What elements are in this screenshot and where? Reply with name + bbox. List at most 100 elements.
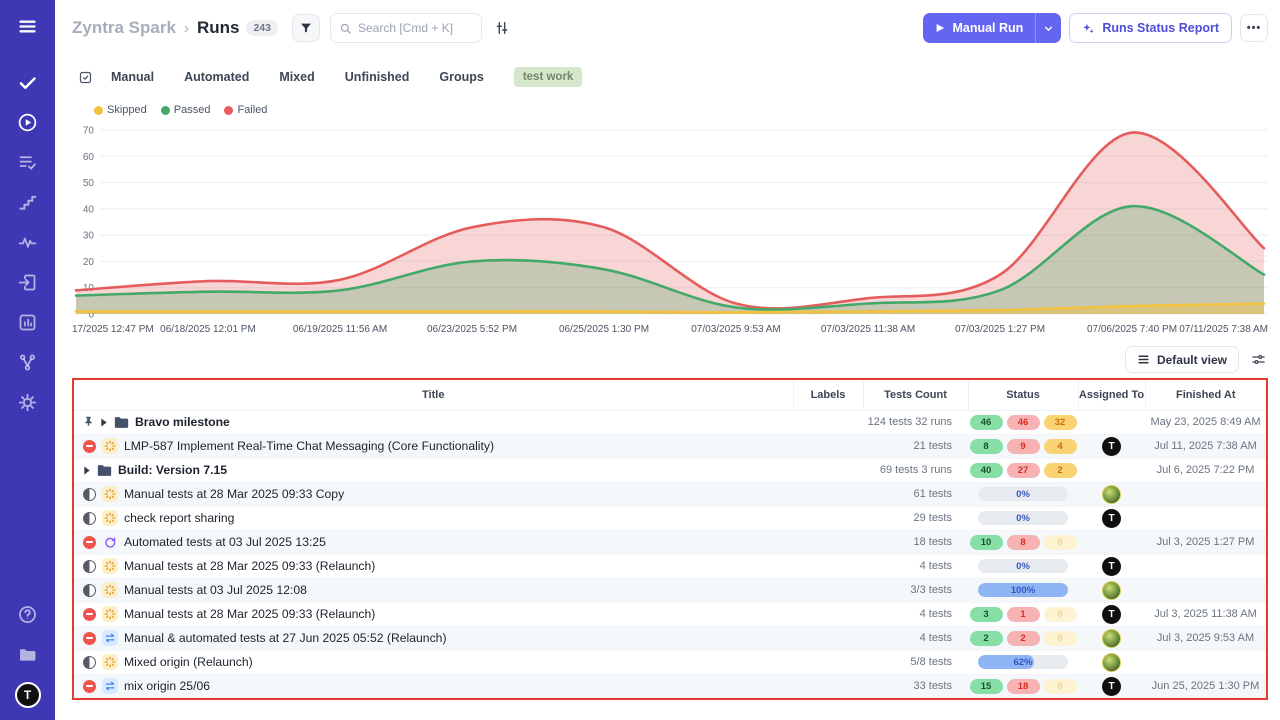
column-header-tests-count[interactable]: Tests Count <box>863 380 968 410</box>
manual-run-dropdown[interactable] <box>1035 13 1061 43</box>
failed-count-badge: 46 <box>1007 415 1040 430</box>
labels-cell <box>793 578 863 602</box>
mixed-run-type-icon <box>102 630 118 646</box>
gear-icon[interactable] <box>16 390 40 414</box>
sliders-icon[interactable] <box>1251 352 1266 367</box>
failed-count-badge: 18 <box>1007 679 1040 694</box>
skipped-count-badge: 4 <box>1044 439 1077 454</box>
run-title[interactable]: check report sharing <box>124 511 234 525</box>
table-row[interactable]: LMP-587 Implement Real-Time Chat Messagi… <box>74 434 1266 458</box>
run-title[interactable]: Manual tests at 28 Mar 2025 09:33 (Relau… <box>124 559 375 573</box>
assignee-avatar-T[interactable]: T <box>1102 605 1121 624</box>
user-avatar[interactable]: T <box>15 682 41 708</box>
filter-tab-automated[interactable]: Automated <box>184 70 249 84</box>
table-row[interactable]: Mixed origin (Relaunch) 5/8 tests 62% <box>74 650 1266 674</box>
table-row[interactable]: mix origin 25/06 33 tests 15 18 0 T Jun … <box>74 674 1266 698</box>
run-play-icon[interactable] <box>16 110 40 134</box>
applied-filter-chip[interactable]: test work <box>514 67 583 87</box>
column-header-labels[interactable]: Labels <box>793 380 863 410</box>
skipped-count-badge: 0 <box>1044 631 1077 646</box>
passed-count-badge: 8 <box>970 439 1003 454</box>
breadcrumb-project[interactable]: Zyntra Spark <box>72 18 176 38</box>
pin-icon <box>83 416 94 428</box>
table-row[interactable]: Manual tests at 03 Jul 2025 12:08 3/3 te… <box>74 578 1266 602</box>
search-box[interactable] <box>330 13 482 43</box>
analytics-icon[interactable] <box>16 310 40 334</box>
runs-status-report-button[interactable]: Runs Status Report <box>1069 13 1232 43</box>
branch-icon[interactable] <box>16 350 40 374</box>
assigned-cell <box>1078 626 1145 650</box>
run-title[interactable]: Mixed origin (Relaunch) <box>124 655 253 669</box>
assigned-cell: T <box>1078 602 1145 626</box>
table-row[interactable]: check report sharing 29 tests 0% T <box>74 506 1266 530</box>
passed-count-badge: 3 <box>970 607 1003 622</box>
legend-item-skipped: Skipped <box>94 104 147 116</box>
test-plan-icon[interactable] <box>16 150 40 174</box>
assignee-avatar-photo[interactable] <box>1102 581 1121 600</box>
sign-in-icon[interactable] <box>16 270 40 294</box>
search-input[interactable] <box>358 21 473 35</box>
assignee-avatar-photo[interactable] <box>1102 653 1121 672</box>
menu-icon[interactable] <box>16 14 40 38</box>
run-title[interactable]: Manual tests at 28 Mar 2025 09:33 Copy <box>124 487 344 501</box>
title-cell: Build: Version 7.15 <box>74 458 793 482</box>
run-title[interactable]: Bravo milestone <box>135 415 230 429</box>
table-row[interactable]: Manual tests at 28 Mar 2025 09:33 Copy 6… <box>74 482 1266 506</box>
assignee-avatar-T[interactable]: T <box>1102 509 1121 528</box>
stopped-status-icon <box>83 536 96 549</box>
check-icon[interactable] <box>16 70 40 94</box>
status-cell: 0% <box>968 482 1078 506</box>
tests-count-cell: 33 tests <box>863 674 968 698</box>
tests-count-cell: 18 tests <box>863 530 968 554</box>
svg-text:06/18/2025 12:01 PM: 06/18/2025 12:01 PM <box>160 324 256 335</box>
manual-run-button[interactable]: Manual Run <box>923 13 1035 43</box>
default-view-button[interactable]: Default view <box>1125 346 1239 373</box>
view-bar: Default view <box>72 346 1266 373</box>
filter-tab-mixed[interactable]: Mixed <box>279 70 314 84</box>
filter-tab-manual[interactable]: Manual <box>111 70 154 84</box>
adjustments-icon[interactable] <box>494 20 510 36</box>
expand-caret-icon[interactable] <box>83 466 91 475</box>
expand-caret-icon[interactable] <box>100 418 108 427</box>
run-title[interactable]: LMP-587 Implement Real-Time Chat Messagi… <box>124 439 494 453</box>
table-row[interactable]: Manual tests at 28 Mar 2025 09:33 (Relau… <box>74 554 1266 578</box>
in-progress-status-icon <box>83 488 96 501</box>
table-row[interactable]: Bravo milestone 124 tests 32 runs 46 46 … <box>74 410 1266 434</box>
run-title[interactable]: Manual tests at 28 Mar 2025 09:33 (Relau… <box>124 607 375 621</box>
table-row[interactable]: Build: Version 7.15 69 tests 3 runs 40 2… <box>74 458 1266 482</box>
finished-at-cell: Jul 3, 2025 9:53 AM <box>1145 626 1266 650</box>
failed-count-badge: 2 <box>1007 631 1040 646</box>
column-header-title[interactable]: Title <box>74 380 793 410</box>
run-title[interactable]: Manual & automated tests at 27 Jun 2025 … <box>124 631 447 645</box>
help-icon[interactable] <box>16 602 40 626</box>
assignee-avatar-T[interactable]: T <box>1102 677 1121 696</box>
progress-bar: 62% <box>978 655 1068 669</box>
column-header-finished-at[interactable]: Finished At <box>1145 380 1266 410</box>
assignee-avatar-T[interactable]: T <box>1102 437 1121 456</box>
more-actions-button[interactable]: ••• <box>1240 14 1268 42</box>
title-cell: Manual & automated tests at 27 Jun 2025 … <box>74 626 793 650</box>
assignee-avatar-photo[interactable] <box>1102 485 1121 504</box>
milestones-icon[interactable] <box>16 190 40 214</box>
in-progress-status-icon <box>83 584 96 597</box>
manual-run-label: Manual Run <box>952 21 1023 35</box>
run-title[interactable]: Automated tests at 03 Jul 2025 13:25 <box>124 535 326 549</box>
table-row[interactable]: Automated tests at 03 Jul 2025 13:25 18 … <box>74 530 1266 554</box>
column-header-status[interactable]: Status <box>968 380 1078 410</box>
run-title[interactable]: Build: Version 7.15 <box>118 463 227 477</box>
activity-icon[interactable] <box>16 230 40 254</box>
progress-label: 100% <box>978 583 1068 597</box>
passed-count-badge: 2 <box>970 631 1003 646</box>
filter-tab-unfinished[interactable]: Unfinished <box>345 70 410 84</box>
run-title[interactable]: mix origin 25/06 <box>124 679 210 693</box>
table-row[interactable]: Manual tests at 28 Mar 2025 09:33 (Relau… <box>74 602 1266 626</box>
column-header-assigned-to[interactable]: Assigned To <box>1078 380 1145 410</box>
select-edit-icon[interactable] <box>78 70 93 85</box>
assignee-avatar-photo[interactable] <box>1102 629 1121 648</box>
funnel-icon[interactable] <box>292 14 320 42</box>
table-row[interactable]: Manual & automated tests at 27 Jun 2025 … <box>74 626 1266 650</box>
projects-folder-icon[interactable] <box>16 642 40 666</box>
filter-tab-groups[interactable]: Groups <box>439 70 483 84</box>
assignee-avatar-T[interactable]: T <box>1102 557 1121 576</box>
run-title[interactable]: Manual tests at 03 Jul 2025 12:08 <box>124 583 307 597</box>
